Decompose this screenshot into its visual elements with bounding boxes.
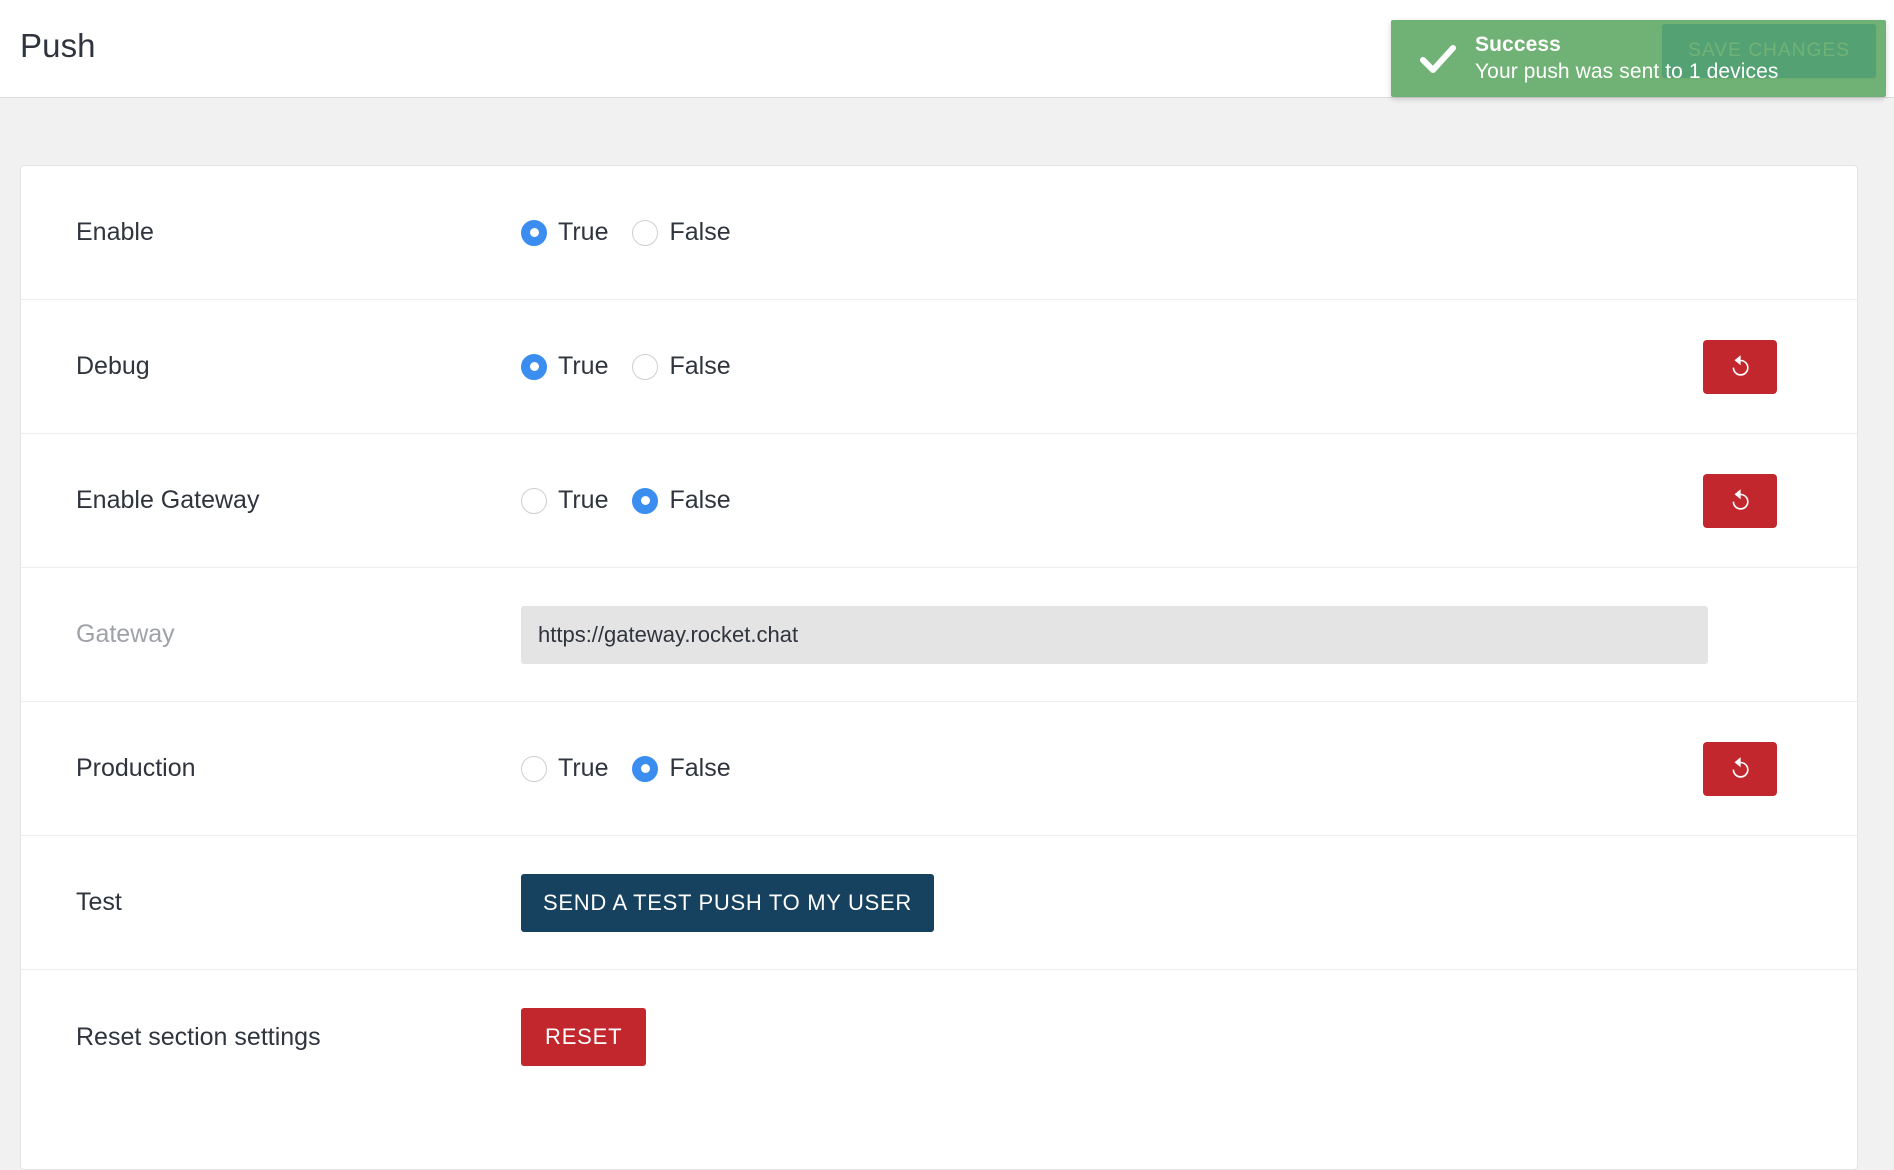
setting-control: RESET	[521, 1008, 1857, 1066]
radio-option-false[interactable]: False	[632, 754, 731, 783]
radio-group-production: True False	[521, 754, 731, 783]
setting-label: Enable	[76, 218, 154, 246]
radio-option-true[interactable]: True	[521, 486, 608, 515]
gateway-input[interactable]	[521, 605, 1708, 664]
toast-message: Your push was sent to 1 devices	[1475, 59, 1779, 83]
setting-control: SEND A TEST PUSH TO MY USER	[521, 873, 1857, 932]
radio-label-false: False	[669, 754, 731, 782]
revert-button[interactable]	[1703, 339, 1777, 394]
setting-row-enable-gateway: Enable Gateway True False	[21, 434, 1857, 568]
setting-row-debug: Debug True False	[21, 300, 1857, 434]
page-title: Push	[20, 27, 96, 64]
setting-row-reset-section: Reset section settings RESET	[21, 970, 1857, 1104]
radio-group-enable: True False	[521, 218, 731, 247]
radio-label-true: True	[558, 352, 609, 380]
radio-label-false: False	[669, 218, 731, 246]
undo-arrow-icon	[1725, 754, 1755, 784]
radio-group-enable-gateway: True False	[521, 486, 731, 515]
radio-dot-true[interactable]	[521, 755, 547, 782]
setting-control: True False	[521, 486, 1857, 515]
success-toast[interactable]: Success Your push was sent to 1 devices	[1391, 20, 1886, 97]
scroll-gutter[interactable]	[1884, 99, 1894, 1150]
setting-label: Debug	[76, 352, 150, 380]
toast-title: Success	[1475, 33, 1561, 57]
radio-label-false: False	[669, 352, 731, 380]
reset-section-button[interactable]: RESET	[521, 1008, 647, 1066]
revert-button[interactable]	[1703, 473, 1777, 528]
undo-arrow-icon	[1725, 486, 1755, 516]
radio-dot-false[interactable]	[632, 487, 659, 514]
radio-dot-false[interactable]	[632, 755, 659, 782]
setting-row-test: Test SEND A TEST PUSH TO MY USER	[21, 836, 1857, 970]
send-test-push-button[interactable]: SEND A TEST PUSH TO MY USER	[521, 873, 934, 932]
setting-label: Reset section settings	[76, 1022, 321, 1051]
setting-label: Production	[76, 754, 196, 782]
setting-control: True False	[521, 218, 1857, 247]
radio-option-false[interactable]: False	[632, 486, 731, 515]
radio-label-true: True	[558, 218, 609, 246]
radio-label-false: False	[669, 486, 731, 514]
setting-row-production: Production True False	[21, 702, 1857, 836]
radio-dot-false[interactable]	[632, 219, 659, 246]
setting-label: Test	[76, 888, 122, 916]
setting-label: Enable Gateway	[76, 486, 260, 514]
setting-row-gateway: Gateway	[21, 568, 1857, 702]
radio-label-true: True	[558, 754, 609, 782]
settings-card: Enable True False Debug True False Enabl…	[20, 165, 1858, 1170]
radio-option-false[interactable]: False	[632, 352, 731, 381]
setting-label: Gateway	[76, 620, 175, 648]
radio-label-true: True	[558, 486, 609, 514]
radio-option-true[interactable]: True	[521, 352, 608, 381]
setting-control: True False	[521, 754, 1857, 783]
radio-option-true[interactable]: True	[521, 754, 608, 783]
setting-row-enable: Enable True False	[21, 166, 1857, 300]
check-icon	[1415, 36, 1461, 82]
radio-dot-true[interactable]	[521, 353, 547, 380]
revert-button[interactable]	[1703, 741, 1777, 796]
radio-option-true[interactable]: True	[521, 218, 608, 247]
setting-control	[521, 605, 1857, 664]
undo-arrow-icon	[1725, 352, 1755, 382]
setting-control: True False	[521, 352, 1857, 381]
radio-dot-true[interactable]	[521, 487, 547, 514]
radio-dot-true[interactable]	[521, 219, 547, 246]
radio-group-debug: True False	[521, 352, 731, 381]
radio-dot-false[interactable]	[632, 353, 659, 380]
radio-option-false[interactable]: False	[632, 218, 731, 247]
toast-text-block: Success Your push was sent to 1 devices	[1475, 32, 1779, 85]
